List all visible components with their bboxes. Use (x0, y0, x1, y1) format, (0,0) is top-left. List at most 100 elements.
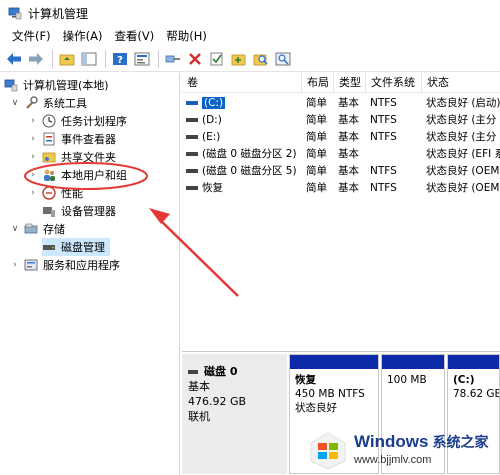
folder-up-icon[interactable] (57, 49, 77, 69)
table-row[interactable]: (D:) 简单 基本 NTFS 状态良好 (主分 (182, 111, 500, 128)
find-icon[interactable] (251, 49, 271, 69)
help-icon[interactable]: ? (110, 49, 130, 69)
chevron-right-icon[interactable]: › (10, 256, 20, 274)
toolbar-separator (158, 49, 159, 68)
disk-icon (188, 369, 198, 374)
volume-name: (D:) (202, 113, 222, 126)
tree-item-shared-folders[interactable]: › 共享文件夹 (28, 148, 116, 166)
table-row[interactable]: (磁盘 0 磁盘分区 5) 简单 基本 NTFS 状态良好 (OEM (182, 162, 500, 179)
column-filesystem[interactable]: 文件系统 (366, 73, 422, 93)
volume-status: 状态良好 (启动) (426, 97, 500, 109)
volume-name: (磁盘 0 磁盘分区 2) (202, 148, 297, 160)
show-tree-icon[interactable] (79, 49, 99, 69)
table-row[interactable]: (磁盘 0 磁盘分区 2) 简单 基本 状态良好 (EFI 系 (182, 145, 500, 162)
tree-item-label: 设备管理器 (61, 205, 116, 218)
chevron-right-icon[interactable]: › (28, 166, 38, 184)
partition-size: 100 MB (387, 374, 427, 386)
volume-icon (186, 134, 198, 139)
back-arrow-icon[interactable] (4, 49, 24, 69)
partition-name: 恢复 (295, 374, 316, 386)
chevron-right-icon[interactable]: › (28, 130, 38, 148)
tree-item-label: 本地用户和组 (61, 169, 127, 182)
chevron-down-icon[interactable]: ∨ (10, 94, 20, 112)
partition-name: (C:) (453, 374, 475, 386)
menu-bar: 文件(F) 操作(A) 查看(V) 帮助(H) (0, 26, 500, 46)
toolbar-separator (52, 49, 53, 68)
services-icon (24, 259, 38, 271)
volume-status: 状态良好 (OEM (426, 165, 500, 177)
column-type[interactable]: 类型 (334, 73, 366, 93)
partition-size: 450 MB NTFS (295, 388, 365, 400)
tree-item-services-applications[interactable]: › 服务和应用程序 (10, 256, 120, 274)
volume-filesystem: NTFS (370, 164, 397, 177)
table-row[interactable]: (C:) 简单 基本 NTFS 状态良好 (启动) (182, 94, 500, 111)
tree-item-system-tools[interactable]: ∨ 系统工具 (10, 94, 87, 112)
menu-help[interactable]: 帮助(H) (160, 26, 213, 46)
volume-status: 状态良好 (OEM (426, 182, 500, 194)
windows-logo-icon (310, 432, 346, 470)
toolbar: ? (0, 46, 500, 72)
tree-item-label: 磁盘管理 (61, 241, 105, 254)
volume-icon (186, 100, 198, 105)
tools-icon (26, 96, 38, 109)
column-volume[interactable]: 卷 (182, 73, 302, 93)
volume-rows: (C:) 简单 基本 NTFS 状态良好 (启动) (D:) 简单 基本 NTF… (182, 94, 500, 196)
partition-status: 状态良好 (295, 402, 337, 414)
tree-item-disk-management[interactable]: 磁盘管理 (42, 238, 110, 256)
partition-band (290, 355, 378, 369)
tree-item-event-viewer[interactable]: › 事件查看器 (28, 130, 116, 148)
watermark-url: www.bjjmlv.com (354, 454, 432, 466)
volume-layout: 简单 (306, 97, 327, 109)
menu-action[interactable]: 操作(A) (57, 26, 109, 46)
delete-icon[interactable] (185, 49, 205, 69)
menu-view[interactable]: 查看(V) (108, 26, 160, 46)
navigation-tree: 计算机管理(本地) ∨ 系统工具 › 任务计划程序 › 事件查看器 › 共享文件… (0, 73, 180, 475)
disk-info-panel[interactable]: 磁盘 0 基本 476.92 GB 联机 (182, 354, 287, 474)
watermark-brand-cn: 系统之家 (432, 435, 489, 451)
tree-item-performance[interactable]: › 性能 (28, 184, 83, 202)
tree-item-label: 计算机管理(本地) (23, 79, 109, 92)
chevron-right-icon[interactable]: › (28, 148, 38, 166)
disk-name: 磁盘 0 (204, 365, 238, 378)
chevron-down-icon[interactable]: ∨ (10, 220, 20, 238)
menu-file[interactable]: 文件(F) (6, 26, 57, 46)
disk-type: 基本 (188, 380, 210, 393)
volume-type: 基本 (338, 165, 359, 177)
tree-item-label: 事件查看器 (61, 133, 116, 146)
tree-item-task-scheduler[interactable]: › 任务计划程序 (28, 112, 127, 130)
forward-arrow-icon[interactable] (26, 49, 46, 69)
volume-layout: 简单 (306, 131, 327, 143)
connect-icon[interactable] (163, 49, 183, 69)
volume-list-header: 卷 布局 类型 文件系统 状态 (182, 73, 500, 93)
volume-filesystem: NTFS (370, 130, 397, 143)
volume-icon (186, 117, 198, 122)
event-log-icon (43, 132, 55, 146)
volume-list: 卷 布局 类型 文件系统 状态 (C:) 简单 基本 NTFS 状态良好 (启动… (182, 73, 500, 351)
volume-filesystem: NTFS (370, 96, 397, 109)
volume-status: 状态良好 (主分 (426, 131, 497, 143)
volume-name: (磁盘 0 磁盘分区 5) (202, 165, 297, 177)
chevron-right-icon[interactable]: › (28, 184, 38, 202)
new-folder-icon[interactable] (229, 49, 249, 69)
tree-item-root[interactable]: 计算机管理(本地) (4, 76, 109, 94)
column-status[interactable]: 状态 (422, 73, 500, 93)
tree-item-device-manager[interactable]: 设备管理器 (42, 202, 116, 220)
svg-text:?: ? (117, 55, 123, 66)
magnifier-icon[interactable] (273, 49, 293, 69)
performance-icon (42, 186, 56, 200)
tree-item-local-users-groups[interactable]: › 本地用户和组 (28, 166, 127, 184)
volume-layout: 简单 (306, 182, 327, 194)
table-row[interactable]: (E:) 简单 基本 NTFS 状态良好 (主分 (182, 128, 500, 145)
properties-icon[interactable] (132, 49, 152, 69)
chevron-right-icon[interactable]: › (28, 112, 38, 130)
watermark: Windows 系统之家 www.bjjmlv.com (300, 427, 500, 475)
disk-icon (43, 245, 55, 250)
volume-status: 状态良好 (主分 (426, 114, 497, 126)
table-row[interactable]: 恢复 简单 基本 NTFS 状态良好 (OEM (182, 179, 500, 196)
volume-filesystem: NTFS (370, 113, 397, 126)
volume-type: 基本 (338, 131, 359, 143)
tree-item-storage[interactable]: ∨ 存储 (10, 220, 65, 238)
volume-type: 基本 (338, 182, 359, 194)
column-layout[interactable]: 布局 (302, 73, 334, 93)
check-icon[interactable] (207, 49, 227, 69)
